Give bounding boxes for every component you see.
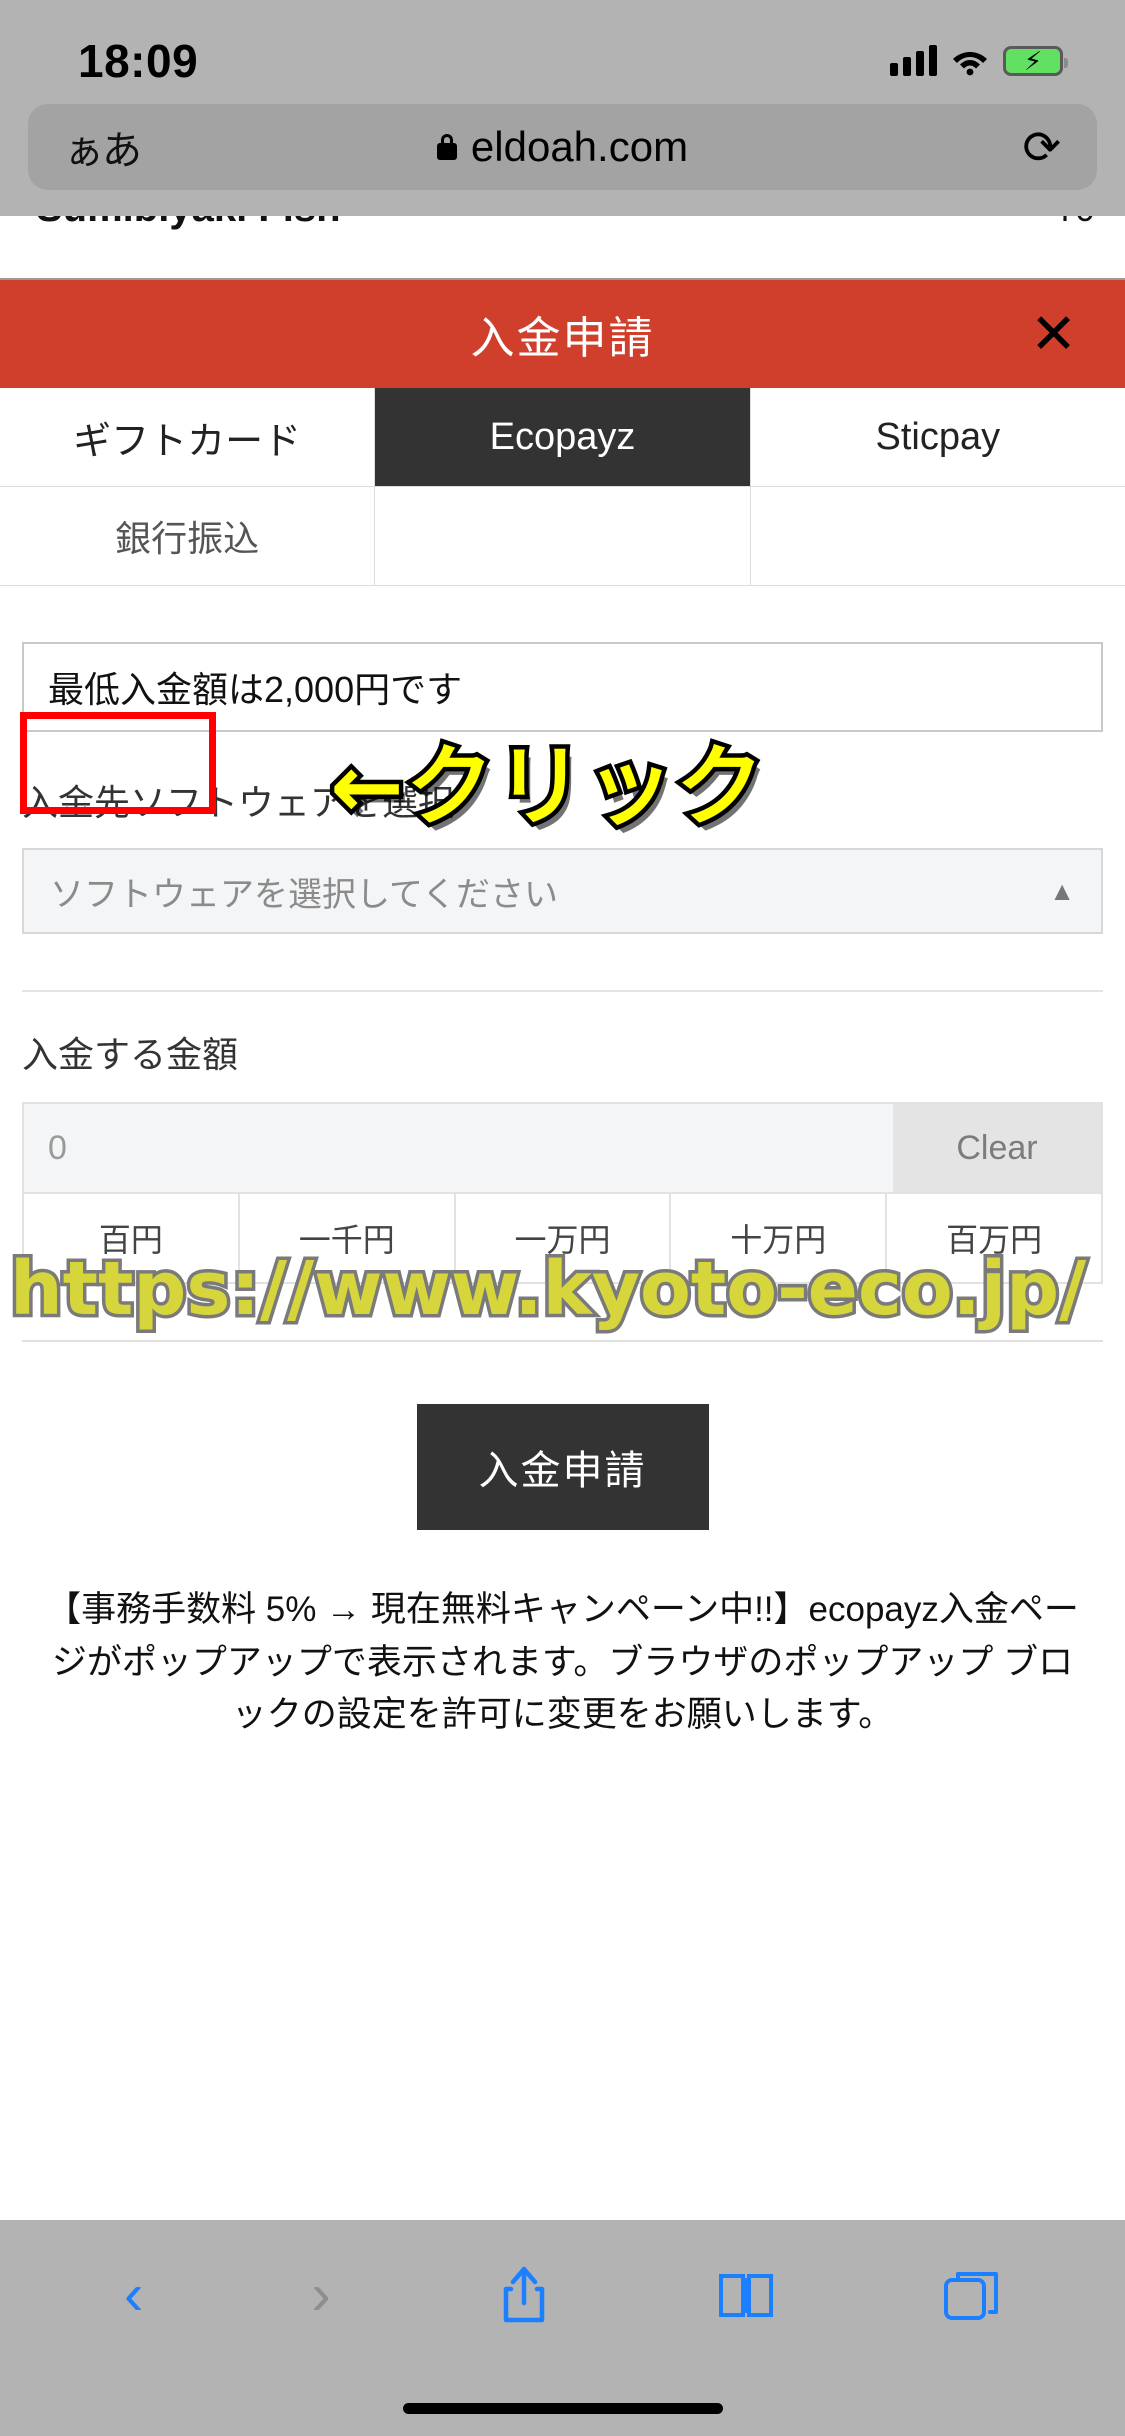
software-select[interactable]: ソフトウェアを選択してください ▲ [22, 848, 1103, 934]
modal-title: 入金申請 [470, 314, 655, 363]
tab-ecopayz[interactable]: Ecopayz [375, 388, 751, 486]
amount-label: 入金する金額 [22, 1034, 239, 1075]
web-page-content: Sumibiyaki Fish ¥0 入金申請 ✕ ギフトカード Ecopayz… [0, 216, 1125, 2220]
tab-spacer-1 [375, 487, 751, 585]
wifi-icon [951, 46, 989, 76]
ios-status-bar: 18:09 ⚡ [0, 0, 1125, 104]
tab-bank-transfer[interactable]: 銀行振込 [0, 487, 376, 585]
annotation-click-text: ←クリック [326, 731, 769, 843]
amount-input-row: 0 Clear [22, 1102, 1103, 1194]
clear-button[interactable]: Clear [893, 1104, 1101, 1192]
back-icon[interactable]: ‹ [124, 2266, 143, 2324]
battery-charging-icon: ⚡ [1003, 46, 1068, 76]
deposit-footnote: 【事務手数料 5% → 現在無料キャンペーン中!!】ecopayz入金ページがポ… [46, 1590, 1079, 1734]
forward-icon: › [311, 2262, 331, 2327]
home-indicator [402, 2403, 723, 2414]
form-divider [22, 990, 1103, 992]
background-page-strip: Sumibiyaki Fish ¥0 [0, 216, 1125, 280]
submit-divider [22, 1340, 1103, 1342]
status-time: 18:09 [78, 35, 199, 87]
address-field[interactable]: ぁあ eldoah.com ⟳ [28, 104, 1097, 190]
submit-area: 入金申請 [22, 1404, 1103, 1530]
chevron-up-icon: ▲ [1049, 876, 1075, 906]
quick-amount-1000000[interactable]: 百万円 [887, 1194, 1101, 1282]
background-page-title: Sumibiyaki Fish [36, 216, 341, 231]
bookmarks-icon[interactable] [717, 2270, 775, 2320]
tabs-icon[interactable] [943, 2268, 1001, 2323]
submit-deposit-button[interactable]: 入金申請 [416, 1404, 709, 1530]
quick-amount-row: 百円 一千円 一万円 十万円 百万円 [22, 1194, 1103, 1284]
tab-spacer-2 [750, 487, 1125, 585]
tab-gift-card[interactable]: ギフトカード [0, 388, 376, 486]
status-indicators: ⚡ [890, 45, 1068, 76]
quick-amount-1000[interactable]: 一千円 [239, 1194, 456, 1282]
payment-method-tabs-row-2: 銀行振込 [0, 487, 1125, 586]
amount-input[interactable]: 0 [24, 1104, 893, 1192]
modal-header: 入金申請 ✕ [0, 280, 1125, 388]
url-text: eldoah.com [470, 123, 689, 170]
quick-amount-100[interactable]: 百円 [24, 1194, 240, 1282]
lock-icon [436, 134, 457, 160]
url-display: eldoah.com [28, 123, 1097, 171]
quick-amount-100000[interactable]: 十万円 [671, 1194, 888, 1282]
share-icon[interactable] [499, 2265, 549, 2325]
software-select-value: ソフトウェアを選択してください [50, 875, 558, 914]
safari-bottom-toolbar: ‹ › [0, 2220, 1125, 2436]
safari-url-bar: ぁあ eldoah.com ⟳ [0, 104, 1125, 216]
background-page-balance: ¥0 [1055, 216, 1095, 230]
payment-method-tabs-row-1: ギフトカード Ecopayz Sticpay [0, 388, 1125, 487]
tab-sticpay[interactable]: Sticpay [750, 388, 1125, 486]
close-icon[interactable]: ✕ [1030, 306, 1077, 362]
reload-icon[interactable]: ⟳ [1022, 124, 1061, 170]
text-size-button[interactable]: ぁあ [64, 118, 142, 176]
quick-amount-10000[interactable]: 一万円 [455, 1194, 672, 1282]
cellular-signal-icon [890, 45, 937, 76]
